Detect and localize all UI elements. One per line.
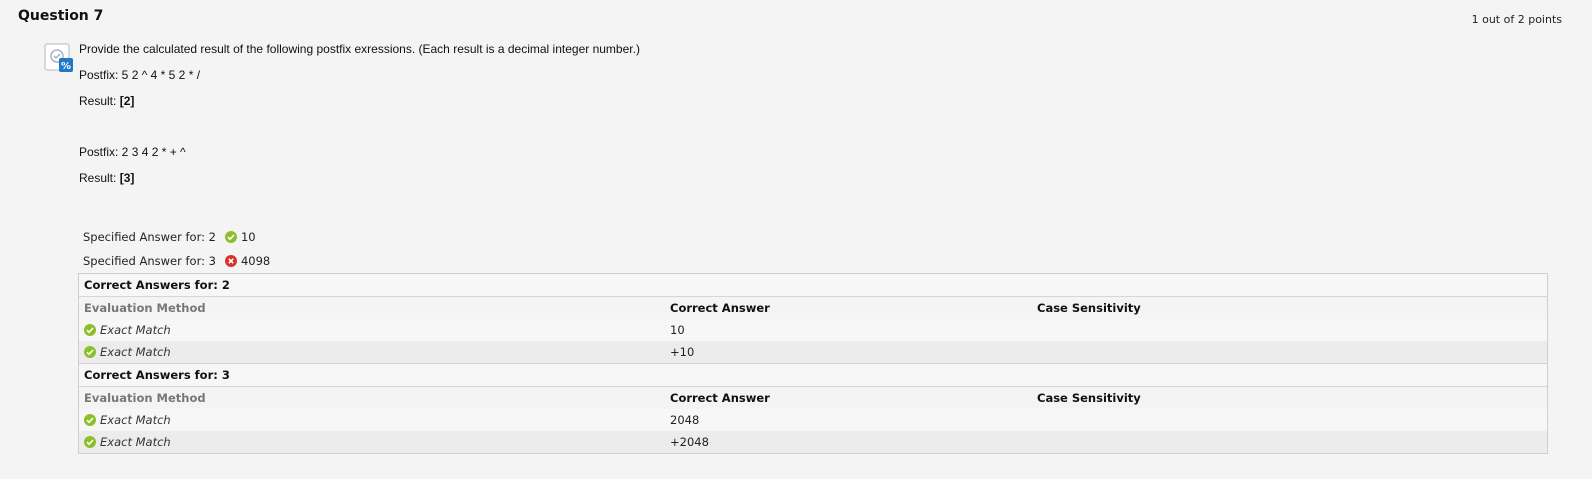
svg-text:%: % xyxy=(61,61,71,72)
column-evaluation-method: Evaluation Method xyxy=(84,301,206,315)
x-circle-icon xyxy=(224,255,237,267)
evaluation-method-text: Exact Match xyxy=(100,323,171,337)
column-case-sensitivity: Case Sensitivity xyxy=(1037,301,1141,315)
column-correct-answer: Correct Answer xyxy=(670,391,770,405)
correct-answer-cell: +10 xyxy=(670,345,695,359)
evaluation-method-text: Exact Match xyxy=(100,345,171,359)
specified-answer-label: Specified Answer for: 3 xyxy=(83,254,216,268)
evaluation-method-cell: Exact Match xyxy=(84,409,171,431)
correct-answer-cell: 2048 xyxy=(670,413,700,427)
result-label: Result: xyxy=(79,94,117,108)
specified-answer-2: Specified Answer for: 2 10 xyxy=(83,230,256,244)
column-evaluation-method: Evaluation Method xyxy=(84,391,206,405)
table-header-row: Evaluation Method Correct Answer Case Se… xyxy=(79,387,1547,409)
evaluation-method-cell: Exact Match xyxy=(84,319,171,341)
check-circle-icon xyxy=(84,436,96,448)
result-variable: [3] xyxy=(119,171,135,185)
specified-answer-value: 4098 xyxy=(240,254,271,268)
result-line-1: Result: [2] xyxy=(79,94,134,108)
postfix-expression-2: Postfix: 2 3 4 2 * + ^ xyxy=(79,145,186,159)
result-label: Result: xyxy=(79,171,117,185)
table-row: Exact Match +2048 xyxy=(79,431,1547,453)
evaluation-method-text: Exact Match xyxy=(100,413,171,427)
table-header-row: Evaluation Method Correct Answer Case Se… xyxy=(79,297,1547,319)
question-title: Question 7 xyxy=(18,8,104,24)
correct-answers-header: Correct Answers for: 2 xyxy=(79,274,1547,297)
evaluation-method-cell: Exact Match xyxy=(84,431,171,453)
question-prompt: Provide the calculated result of the fol… xyxy=(79,42,640,56)
column-correct-answer: Correct Answer xyxy=(670,301,770,315)
evaluation-method-cell: Exact Match xyxy=(84,341,171,363)
specified-answer-3: Specified Answer for: 3 4098 xyxy=(83,254,270,268)
postfix-expression-1: Postfix: 5 2 ^ 4 * 5 2 * / xyxy=(79,68,201,82)
check-circle-icon xyxy=(84,324,96,336)
correct-answers-table-3: Correct Answers for: 3 Evaluation Method… xyxy=(78,363,1548,454)
correct-answer-cell: 10 xyxy=(670,323,685,337)
correct-answer-cell: +2048 xyxy=(670,435,709,449)
table-row: Exact Match +10 xyxy=(79,341,1547,363)
check-circle-icon xyxy=(84,414,96,426)
check-circle-icon xyxy=(84,346,96,358)
table-row: Exact Match 10 xyxy=(79,319,1547,341)
specified-answer-value: 10 xyxy=(240,230,256,244)
evaluation-method-text: Exact Match xyxy=(100,435,171,449)
specified-answer-label: Specified Answer for: 2 xyxy=(83,230,216,244)
check-circle-icon xyxy=(224,231,237,243)
correct-answers-table-2: Correct Answers for: 2 Evaluation Method… xyxy=(78,273,1548,364)
result-variable: [2] xyxy=(119,94,135,108)
table-row: Exact Match 2048 xyxy=(79,409,1547,431)
question-points: 1 out of 2 points xyxy=(1471,13,1562,26)
result-line-2: Result: [3] xyxy=(79,171,134,185)
column-case-sensitivity: Case Sensitivity xyxy=(1037,391,1141,405)
calculated-question-icon: % xyxy=(44,43,74,73)
correct-answers-header: Correct Answers for: 3 xyxy=(79,364,1547,387)
